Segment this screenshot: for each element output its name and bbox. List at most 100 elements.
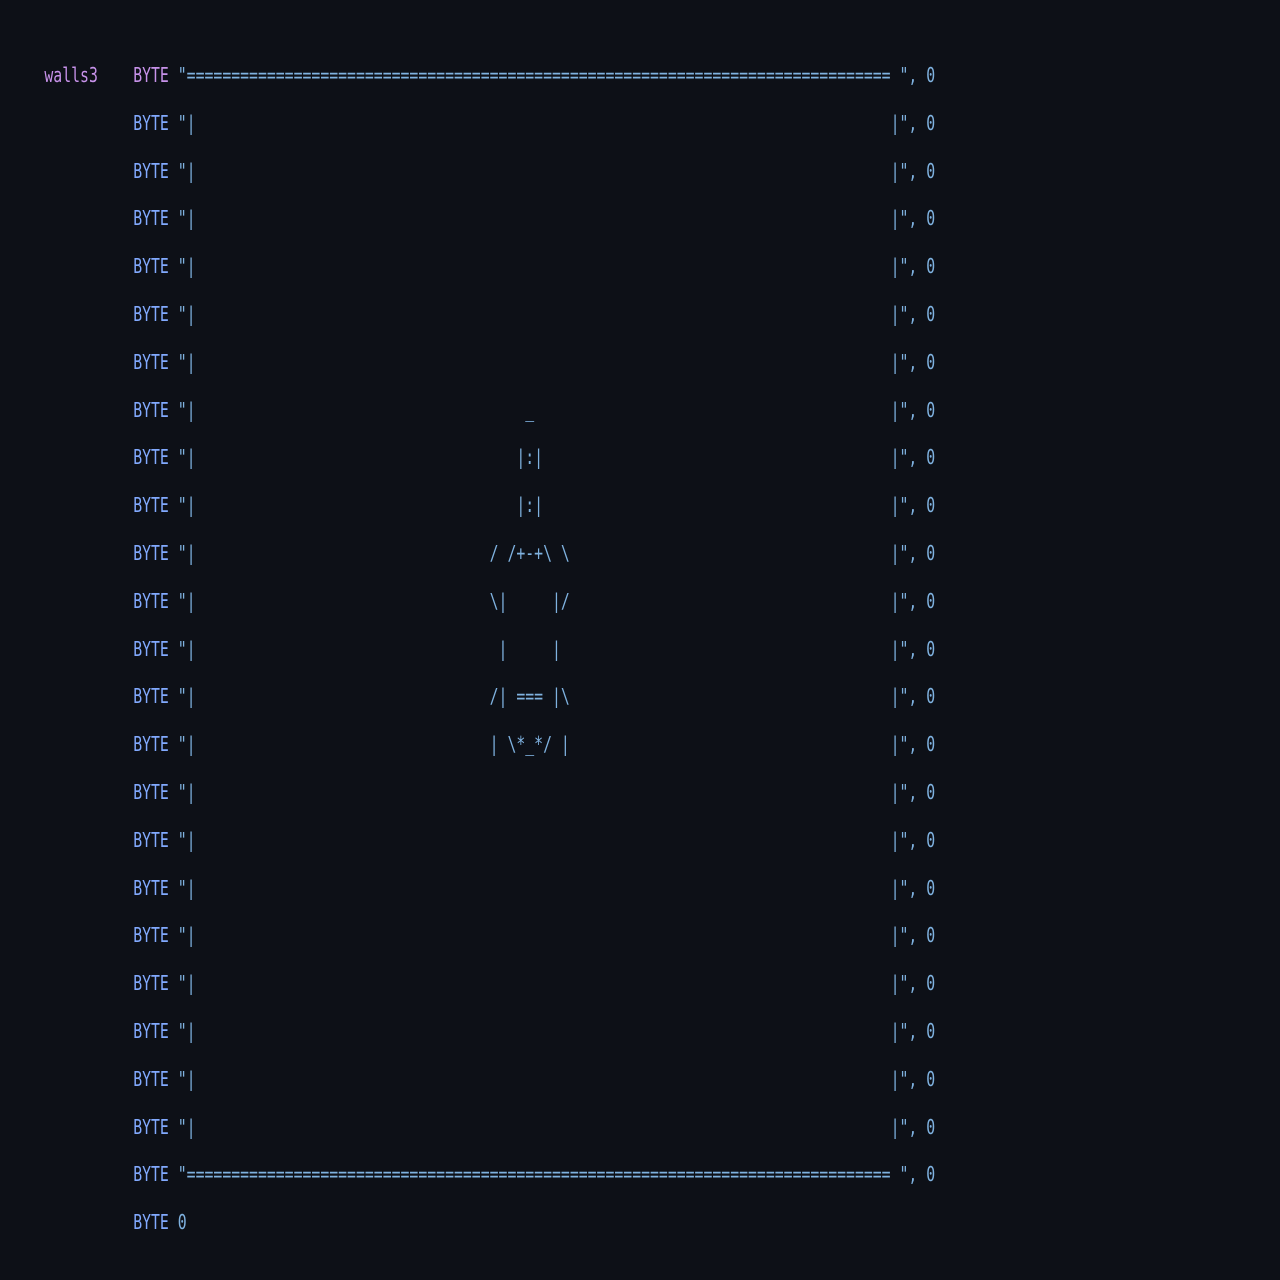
directive-keyword: BYTE [133,445,169,470]
code-line: BYTE "| |", 0 [0,99,947,147]
string-literal: "| |" [177,158,909,183]
code-line: BYTE "==================================… [0,1150,947,1198]
string-literal: "| |" [177,827,909,852]
string-literal: "| \| |/ |" [177,588,909,613]
string-literal: "| |" [177,1066,909,1091]
directive-keyword: BYTE [133,158,169,183]
code-statement: BYTE "| |:| |", 0 [133,481,935,529]
code-statement: BYTE "| |", 0 [133,1055,935,1103]
terminator-value: , 0 [908,684,936,709]
code-statement: BYTE "| |", 0 [133,1007,935,1055]
code-statement: BYTE "| |", 0 [133,1103,935,1151]
string-literal: "| |" [177,349,909,374]
directive-keyword: BYTE [133,493,169,518]
code-line: BYTE "| | | |", 0 [0,625,947,673]
string-literal: "| |:| |" [177,493,909,518]
string-literal: "=======================================… [177,63,909,87]
directive-keyword: BYTE [133,397,169,422]
directive-keyword: BYTE [133,206,169,231]
code-line: BYTE "| |", 0 [0,959,947,1007]
terminator-value: , 0 [908,110,936,135]
directive-keyword: BYTE [133,63,169,87]
terminator-value: , 0 [908,1019,936,1043]
code-statement: BYTE "| | | |", 0 [133,625,935,673]
code-line: BYTE "| |", 0 [0,1055,947,1103]
code-line: BYTE "| / /+-+\ \ |", 0 [0,529,947,577]
terminator-value: , 0 [908,445,936,470]
string-literal: "| | \*_*/ | |" [177,732,909,757]
terminator-value: , 0 [908,875,936,900]
terminator-value: , 0 [908,541,936,565]
code-statement: BYTE "| |", 0 [133,816,935,864]
string-literal: "| |" [177,1114,909,1139]
directive-keyword: BYTE [133,254,169,279]
terminator-value: , 0 [908,493,936,518]
code-line: walls3 BYTE "============================… [0,51,947,99]
code-line: BYTE "| |", 0 [0,338,947,386]
directive-keyword: BYTE [133,541,169,565]
code-line: BYTE "| |", 0 [0,242,947,290]
string-literal: "| |" [177,254,909,279]
directive-keyword: BYTE [133,349,169,374]
terminator-value: , 0 [908,780,936,804]
directive-keyword: BYTE [133,1019,169,1043]
terminator-value: , 0 [908,923,936,948]
code-statement: BYTE "| \| |/ |", 0 [133,577,935,625]
code-label: walls3 [44,63,98,87]
code-statement: BYTE "| |", 0 [133,242,935,290]
string-literal: "| |" [177,1019,909,1043]
directive-keyword: BYTE [133,1114,169,1139]
code-editor[interactable]: walls3 BYTE "============================… [0,0,1280,1280]
code-statement: BYTE "| |", 0 [133,290,935,338]
code-statement: BYTE "| |", 0 [133,959,935,1007]
code-line: BYTE "| |", 0 [0,768,947,816]
terminator-value: , 0 [908,206,936,231]
code-statement: BYTE "==================================… [133,51,935,99]
terminator-value: , 0 [908,1114,936,1139]
directive-keyword: BYTE [133,923,169,948]
code-line: BYTE "| |", 0 [0,147,947,195]
terminator-value: 0 [177,1210,187,1235]
code-statement: BYTE "| |", 0 [133,864,935,912]
directive-keyword: BYTE [133,302,169,326]
code-line: BYTE "| |:| |", 0 [0,433,947,481]
terminator-value: , 0 [908,349,936,374]
string-literal: "=======================================… [177,1162,909,1187]
terminator-value: , 0 [908,158,936,183]
code-line: BYTE "| _ |", 0 [0,386,947,434]
code-statement: BYTE 0 [133,1198,186,1246]
terminator-value: , 0 [908,588,936,613]
code-statement: BYTE "| /| === |\ |", 0 [133,672,935,720]
code-statement: BYTE "| | \*_*/ | |", 0 [133,720,935,768]
code-statement: BYTE "| |", 0 [133,147,935,195]
directive-keyword: BYTE [133,780,169,804]
code-statement: BYTE "| |", 0 [133,911,935,959]
directive-keyword: BYTE [133,110,169,135]
code-line: BYTE "| /| === |\ |", 0 [0,672,947,720]
code-line: BYTE "| |", 0 [0,290,947,338]
code-line: BYTE "| \| |/ |", 0 [0,577,947,625]
string-literal: "| /| === |\ |" [177,684,909,709]
directive-keyword: BYTE [133,588,169,613]
directive-keyword: BYTE [133,684,169,709]
terminator-value: , 0 [908,302,936,326]
string-literal: "| |" [177,923,909,948]
code-statement: BYTE "| / /+-+\ \ |", 0 [133,529,935,577]
directive-keyword: BYTE [133,875,169,900]
code-statement: BYTE "| |:| |", 0 [133,433,935,481]
terminator-value: , 0 [908,636,936,661]
terminator-value: , 0 [908,254,936,279]
code-statement: BYTE "| _ |", 0 [133,386,935,434]
directive-keyword: BYTE [133,1066,169,1091]
terminator-value: , 0 [908,1162,936,1187]
code-line: BYTE "| |", 0 [0,816,947,864]
terminator-value: , 0 [908,1066,936,1091]
code-line: BYTE "| |", 0 [0,1103,947,1151]
code-statement: BYTE "| |", 0 [133,338,935,386]
string-literal: "| |" [177,110,909,135]
string-literal: "| | | |" [177,636,909,661]
terminator-value: , 0 [908,732,936,757]
code-line: BYTE "| |", 0 [0,194,947,242]
directive-keyword: BYTE [133,732,169,757]
string-literal: "| _ |" [177,397,909,422]
